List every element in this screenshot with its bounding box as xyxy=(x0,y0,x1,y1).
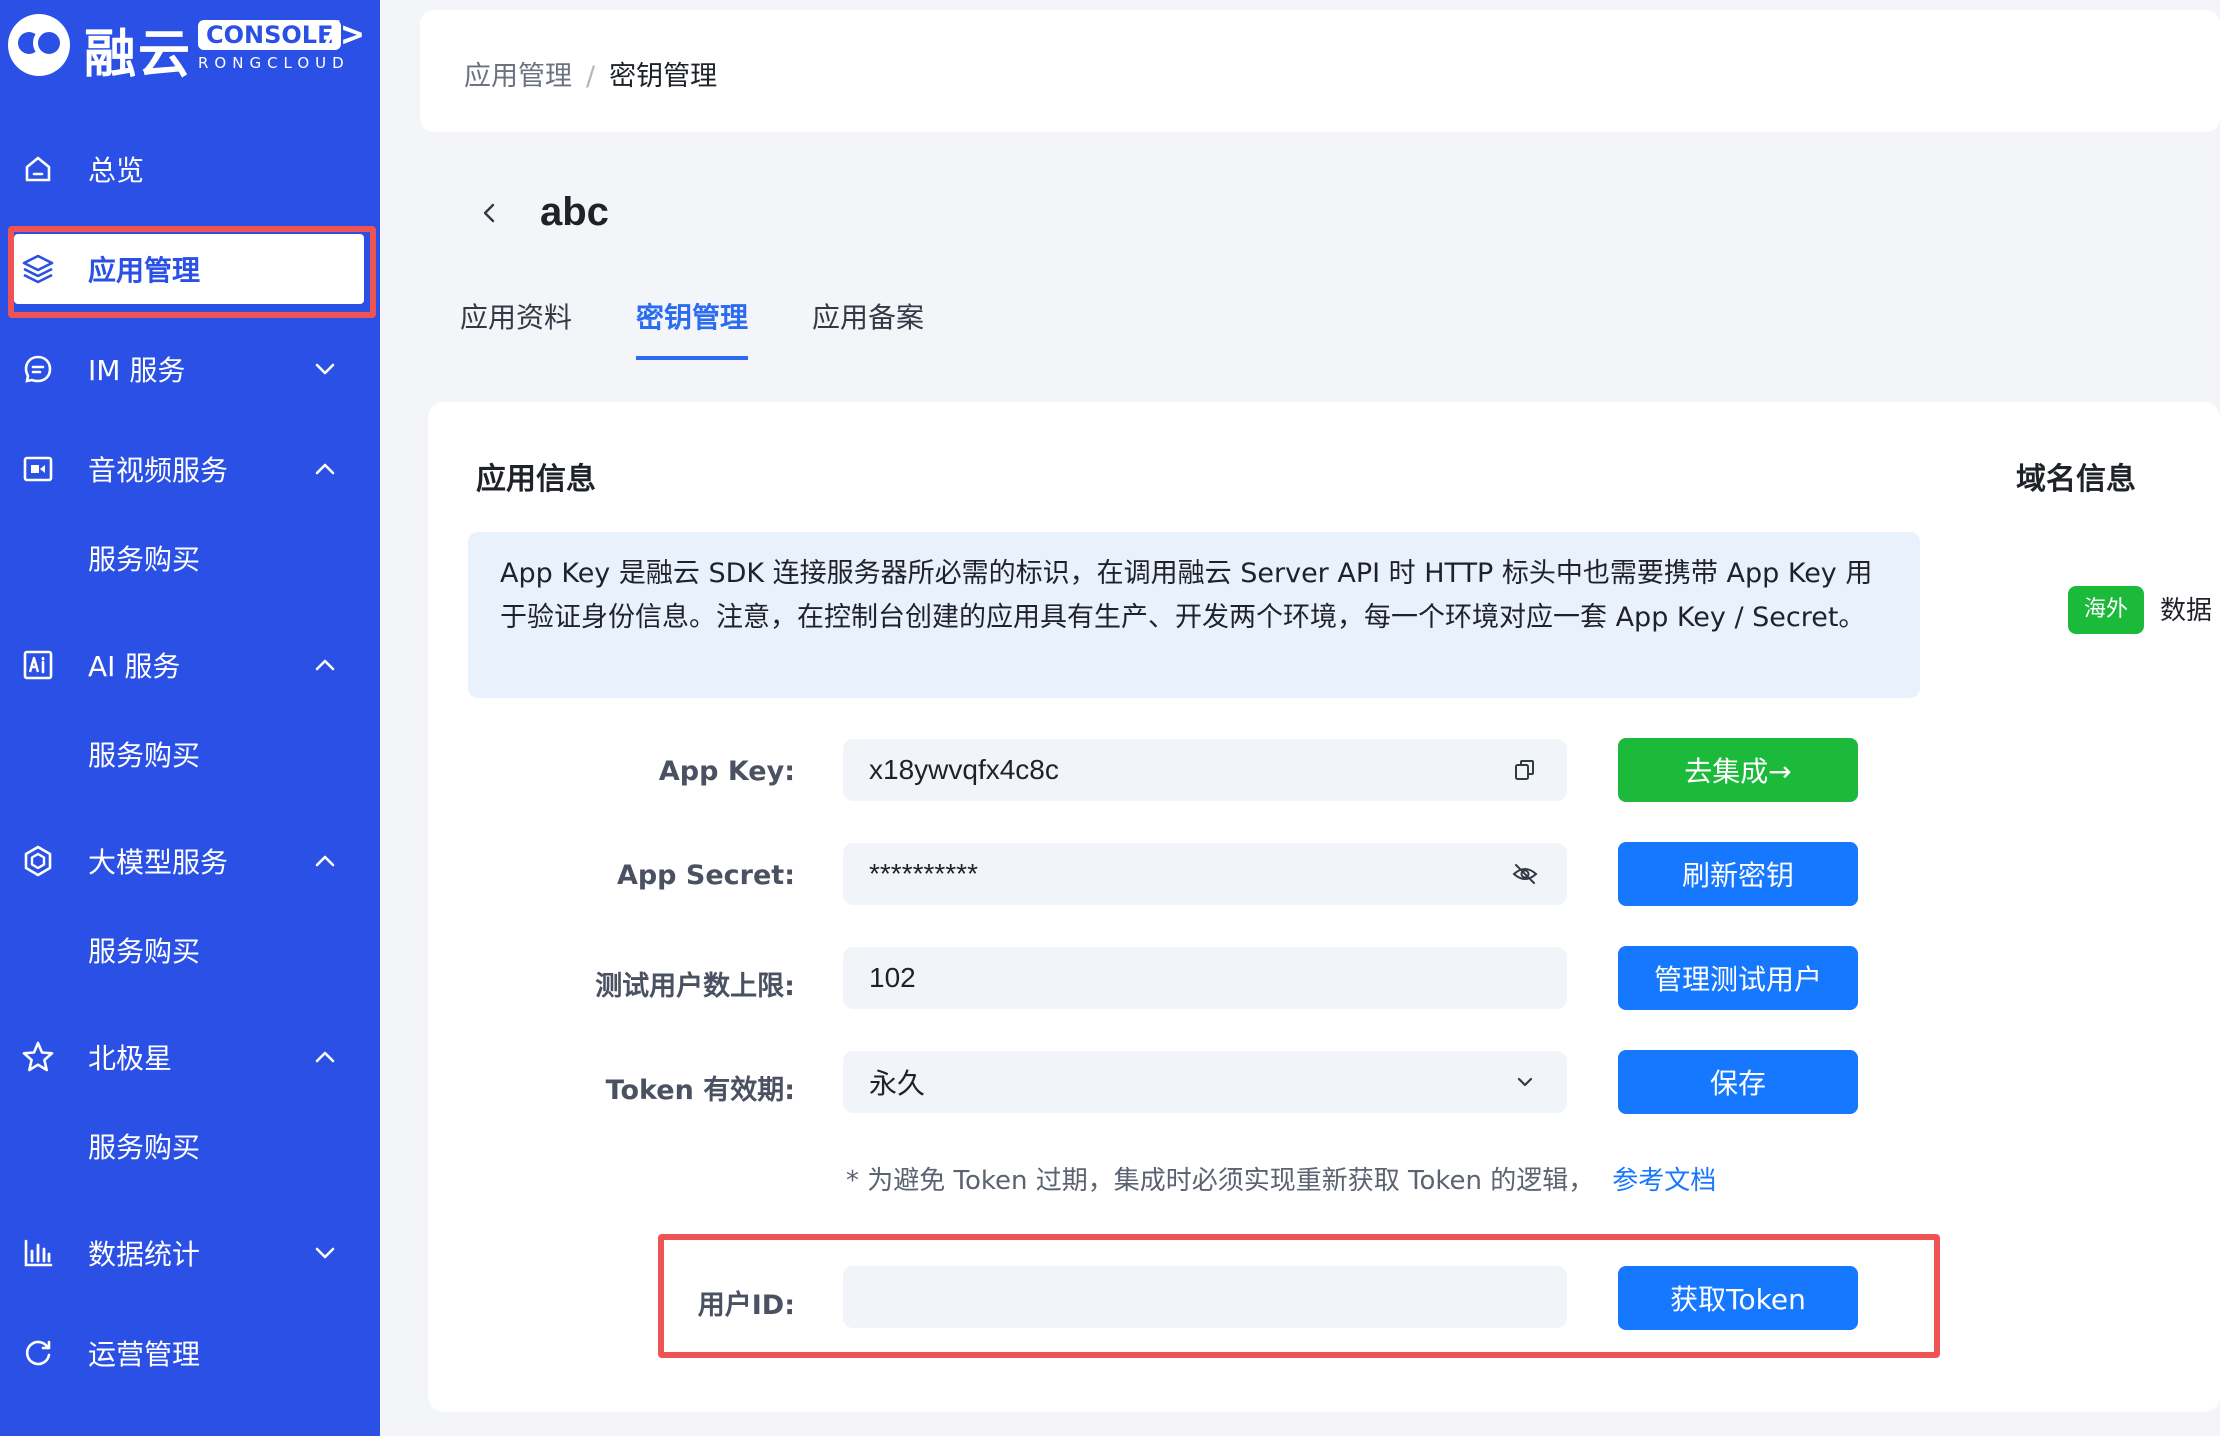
sidebar-subitem-polaris-purchase[interactable]: 服务购买 xyxy=(88,1126,200,1166)
tab-app-info[interactable]: 应用资料 xyxy=(460,296,572,336)
get-token-button[interactable]: 获取Token xyxy=(1618,1266,1858,1330)
chat-icon xyxy=(20,351,56,387)
sidebar-item-av-service[interactable]: 音视频服务 xyxy=(0,434,380,504)
test-users-value: 102 xyxy=(869,962,916,993)
domain-info-text: 数据 xyxy=(2160,596,2213,626)
sidebar-item-app-management[interactable]: 应用管理 xyxy=(14,234,364,304)
sidebar-item-polaris[interactable]: 北极星 xyxy=(0,1022,380,1092)
model-icon xyxy=(20,843,56,879)
token-hint-text: * 为避免 Token 过期，集成时必须实现重新获取 Token 的逻辑， xyxy=(846,1166,1595,1196)
sidebar-item-ai-service[interactable]: AI 服务 xyxy=(0,630,380,700)
app-info-section-title: 应用信息 xyxy=(476,462,596,497)
app-key-value: x18ywvqfx4c8c xyxy=(869,754,1059,785)
sidebar-item-operations[interactable]: 运营管理 xyxy=(0,1318,380,1388)
refresh-icon xyxy=(20,1335,56,1371)
page-title-row: abc xyxy=(470,190,609,235)
bar-chart-icon xyxy=(20,1235,56,1271)
back-chevron-icon[interactable] xyxy=(470,193,510,233)
chevron-up-icon xyxy=(312,1044,338,1070)
sidebar-item-label: 北极星 xyxy=(88,1042,173,1075)
chevron-down-icon xyxy=(1511,1068,1539,1096)
sidebar-subitem-llm-purchase[interactable]: 服务购买 xyxy=(88,930,200,970)
test-users-field[interactable]: 102 xyxy=(843,947,1567,1009)
app-key-notice: App Key 是融云 SDK 连接服务器所必需的标识，在调用融云 Server… xyxy=(468,532,1920,698)
home-icon xyxy=(20,151,56,187)
refresh-secret-button[interactable]: 刷新密钥 xyxy=(1618,842,1858,906)
logo-text: 融云 xyxy=(84,25,193,85)
go-integrate-button[interactable]: 去集成→ xyxy=(1618,738,1858,802)
chevron-up-icon xyxy=(312,456,338,482)
sidebar-item-label: IM 服务 xyxy=(88,354,186,387)
token-hint: * 为避免 Token 过期，集成时必须实现重新获取 Token 的逻辑， 参考文… xyxy=(846,1160,1716,1197)
app-secret-field[interactable]: ********** xyxy=(843,843,1567,905)
chevron-up-icon xyxy=(312,848,338,874)
sidebar-item-label: 音视频服务 xyxy=(88,454,229,487)
sidebar-subitem-av-purchase[interactable]: 服务购买 xyxy=(88,538,200,578)
test-users-label: 测试用户数上限: xyxy=(595,971,795,1002)
breadcrumb-parent[interactable]: 应用管理 xyxy=(464,61,572,92)
user-id-label: 用户ID: xyxy=(697,1290,795,1321)
sidebar: 融云 CONSOLE /> RONGCLOUD 总览 应用管理 IM 服务 音视… xyxy=(0,0,380,1436)
chevron-down-icon xyxy=(312,1240,338,1266)
eye-hidden-icon[interactable] xyxy=(1511,860,1539,888)
sidebar-item-label: 大模型服务 xyxy=(88,846,229,879)
overseas-badge: 海外 xyxy=(2068,586,2145,634)
page-title: abc xyxy=(540,190,609,234)
sidebar-item-label: AI 服务 xyxy=(88,650,181,683)
logo[interactable]: 融云 CONSOLE /> RONGCLOUD xyxy=(0,0,380,100)
logo-mark-icon xyxy=(8,14,70,76)
app-secret-value: ********** xyxy=(869,858,978,889)
sidebar-item-llm-service[interactable]: 大模型服务 xyxy=(0,826,380,896)
app-secret-label: App Secret: xyxy=(616,860,795,891)
token-validity-label: Token 有效期: xyxy=(605,1075,795,1106)
sidebar-subitem-ai-purchase[interactable]: 服务购买 xyxy=(88,734,200,774)
save-button[interactable]: 保存 xyxy=(1618,1050,1858,1114)
sidebar-item-label: 总览 xyxy=(88,154,145,187)
header-bar: 应用管理 / 密钥管理 xyxy=(420,10,2220,132)
token-validity-select[interactable]: 永久 xyxy=(843,1051,1567,1113)
breadcrumb-separator: / xyxy=(586,61,596,92)
layers-icon xyxy=(20,251,56,287)
sidebar-item-label: 数据统计 xyxy=(88,1238,201,1271)
tab-app-filing[interactable]: 应用备案 xyxy=(812,296,924,336)
chevron-up-icon xyxy=(312,652,338,678)
tab-key-management[interactable]: 密钥管理 xyxy=(636,296,748,336)
sidebar-item-im-service[interactable]: IM 服务 xyxy=(0,334,380,404)
breadcrumb-current: 密钥管理 xyxy=(609,61,718,92)
sidebar-item-statistics[interactable]: 数据统计 xyxy=(0,1218,380,1288)
logo-sub: RONGCLOUD xyxy=(198,54,350,72)
tab-active-indicator xyxy=(636,356,748,360)
chevron-down-icon xyxy=(312,356,338,382)
token-validity-value: 永久 xyxy=(869,1067,926,1100)
app-key-label: App Key: xyxy=(658,756,795,787)
copy-icon[interactable] xyxy=(1511,756,1539,784)
breadcrumb: 应用管理 / 密钥管理 xyxy=(464,54,717,93)
domain-info-section-title: 域名信息 xyxy=(2016,462,2136,497)
reference-docs-link[interactable]: 参考文档 xyxy=(1612,1166,1716,1196)
app-key-field[interactable]: x18ywvqfx4c8c xyxy=(843,739,1567,801)
sidebar-item-overview[interactable]: 总览 xyxy=(0,134,380,204)
manage-test-users-button[interactable]: 管理测试用户 xyxy=(1618,946,1858,1010)
logo-slash: /> xyxy=(320,14,364,55)
ai-icon xyxy=(20,647,56,683)
star-icon xyxy=(20,1039,56,1075)
user-id-input[interactable] xyxy=(843,1266,1567,1328)
video-icon xyxy=(20,451,56,487)
sidebar-item-label: 应用管理 xyxy=(88,254,201,287)
sidebar-item-label: 运营管理 xyxy=(88,1338,201,1371)
